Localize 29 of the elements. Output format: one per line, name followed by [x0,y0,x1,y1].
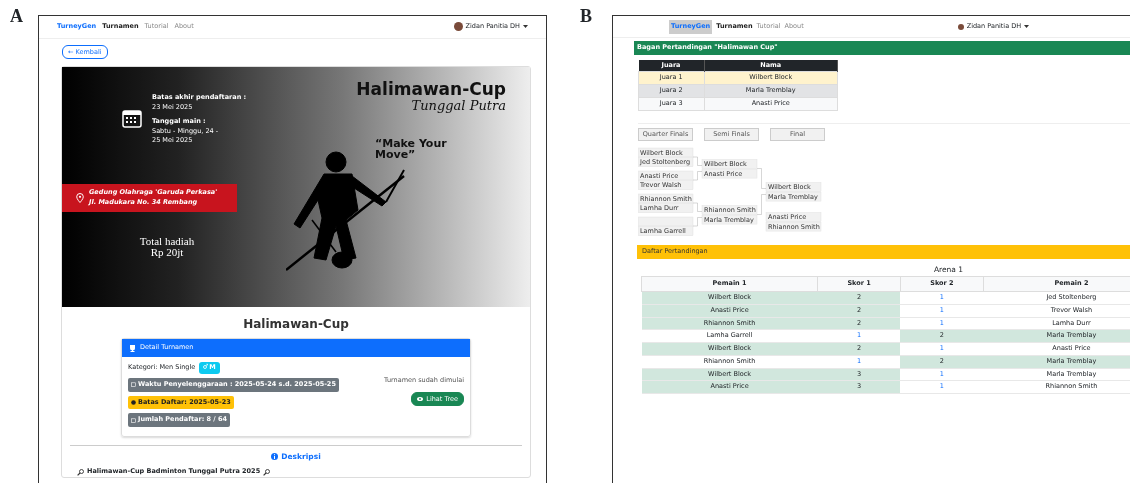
poster-title: Halimawan-Cup [356,81,506,99]
location-pin-icon [76,192,84,203]
poster-subtitle: Tunggal Putra [411,98,506,116]
bracket-connector [756,168,767,189]
prize-amount: Rp 20jt [149,246,185,258]
panel-label: B [580,7,593,25]
calendar-icon [131,382,136,388]
poster-slogan: “Make Your Move” [375,137,448,160]
male-symbol-icon [203,363,209,369]
eye-icon [417,397,424,401]
avatar-icon [453,22,463,32]
calendar-icon [122,108,142,129]
caret-icon [1024,24,1030,29]
avatar-icon [957,23,964,30]
panel-label: A [9,7,24,25]
tournament-title: Halimawan-Cup [242,316,350,334]
bracket-connector [692,203,703,212]
magnifier-icon [77,468,84,476]
bracket-connector [692,217,703,227]
empty-slot [638,217,694,227]
bracket-connector [692,171,703,181]
caret-icon [523,24,528,29]
trophy-icon [129,344,136,352]
bracket-connector [756,194,767,215]
bracket-connector [692,157,703,166]
calendar-icon [131,417,136,423]
prize-label: Total hadiah [138,235,196,247]
magnifier-icon [263,468,271,476]
info-icon [271,453,279,461]
